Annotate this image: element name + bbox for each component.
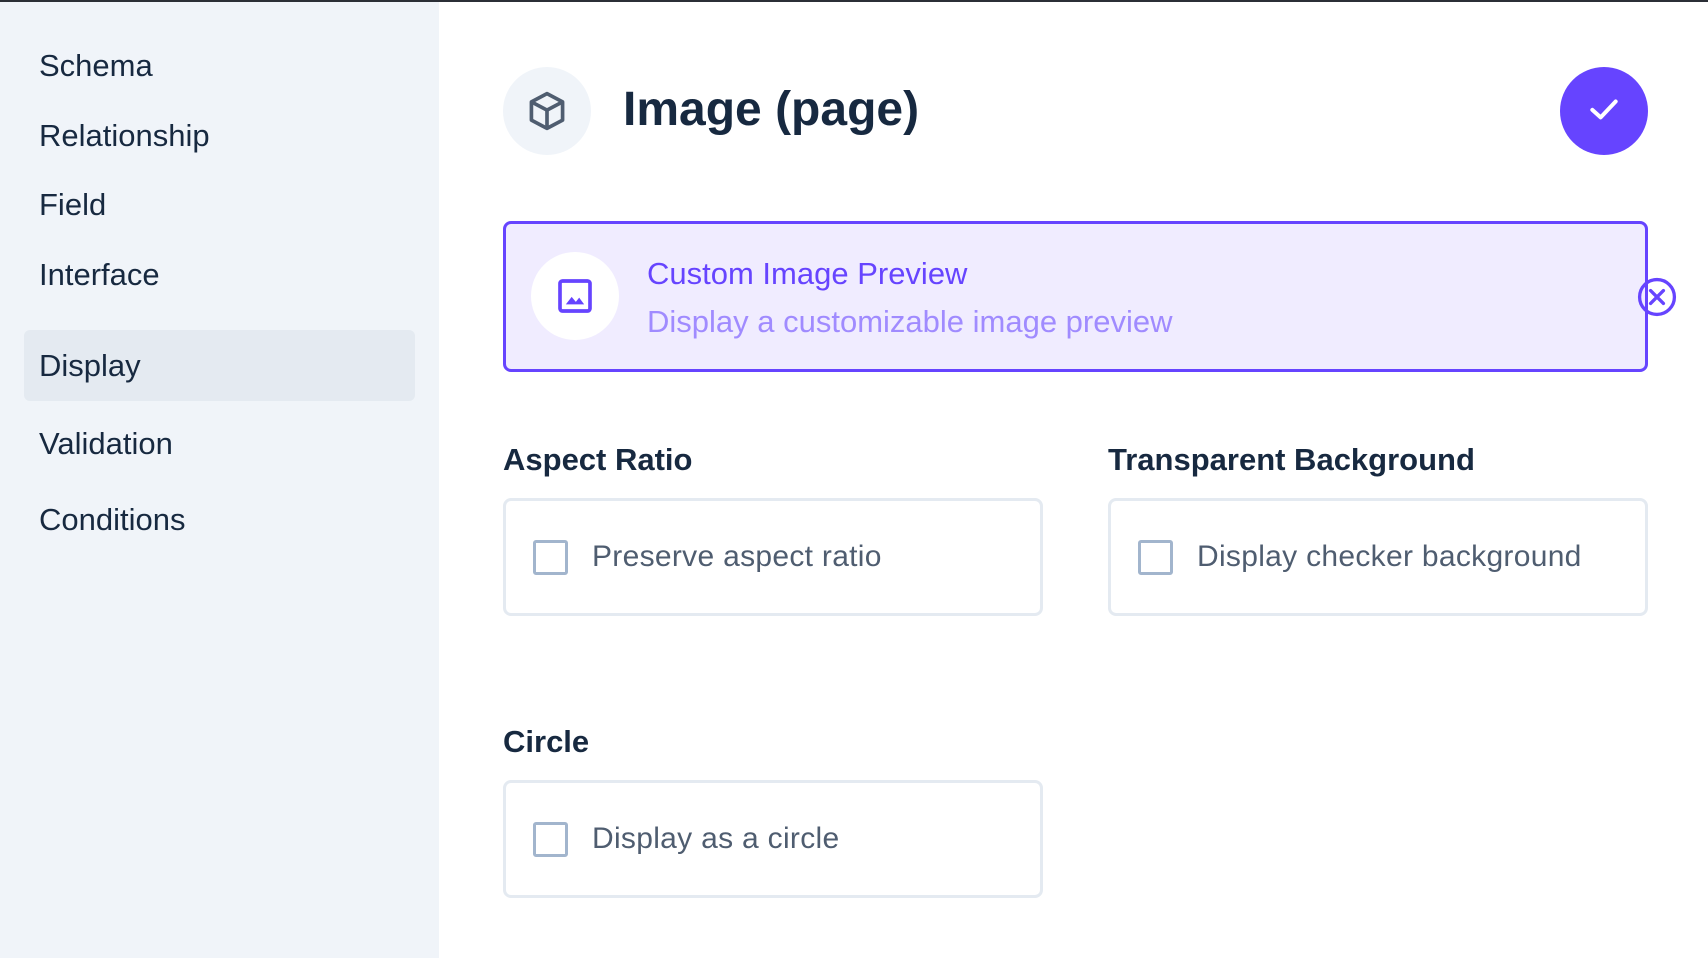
circle-checkbox-label: Display as a circle <box>592 822 840 855</box>
sidebar-item-label: Relationship <box>39 117 210 153</box>
sidebar-item-relationship[interactable]: Relationship <box>24 100 415 171</box>
sidebar-item-label: Conditions <box>39 501 186 537</box>
display-description: Display a customizable image preview <box>647 304 1173 339</box>
sidebar-item-schema[interactable]: Schema <box>24 30 415 101</box>
save-button[interactable] <box>1560 67 1648 155</box>
circle-label: Circle <box>503 724 590 759</box>
sidebar-item-label: Interface <box>39 256 160 292</box>
sidebar-item-field[interactable]: Field <box>24 169 415 240</box>
image-icon <box>531 252 619 340</box>
sidebar-item-label: Display <box>39 347 141 383</box>
transparent-background-option[interactable]: Display checker background <box>1108 498 1648 616</box>
main-content: Image (page) Custom Image Preview Displa… <box>439 2 1708 958</box>
circle-option[interactable]: Display as a circle <box>503 780 1043 898</box>
sidebar-item-label: Validation <box>39 425 173 461</box>
display-title: Custom Image Preview <box>647 256 968 291</box>
sidebar-item-label: Field <box>39 186 107 222</box>
sidebar-item-interface[interactable]: Interface <box>24 239 415 310</box>
sidebar-item-validation[interactable]: Validation <box>24 408 415 479</box>
sidebar-item-display[interactable]: Display <box>24 330 415 401</box>
check-icon <box>1584 89 1624 134</box>
sidebar-item-conditions[interactable]: Conditions <box>24 484 415 555</box>
close-circle-icon[interactable] <box>1635 275 1679 319</box>
selected-display-card[interactable]: Custom Image Preview Display a customiza… <box>503 221 1677 372</box>
aspect-ratio-option[interactable]: Preserve aspect ratio <box>503 498 1043 616</box>
transparent-background-checkbox-label: Display checker background <box>1197 540 1582 573</box>
page-title: Image (page) <box>623 83 920 136</box>
sidebar-item-label: Schema <box>39 47 153 83</box>
aspect-ratio-checkbox[interactable] <box>533 539 568 575</box>
circle-checkbox[interactable] <box>533 821 568 857</box>
transparent-background-label: Transparent Background <box>1108 442 1475 477</box>
transparent-background-checkbox[interactable] <box>1138 539 1173 575</box>
aspect-ratio-label: Aspect Ratio <box>503 442 693 477</box>
cube-icon <box>503 67 591 155</box>
aspect-ratio-checkbox-label: Preserve aspect ratio <box>592 540 882 573</box>
sidebar: Schema Relationship Field Interface Disp… <box>0 2 439 958</box>
